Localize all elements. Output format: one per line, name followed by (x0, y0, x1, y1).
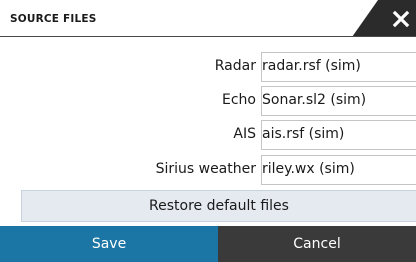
echo-file-value: Sonar.sl2 (sim) (262, 92, 367, 108)
echo-label: Echo (222, 92, 256, 108)
sirius-weather-label: Sirius weather (155, 161, 256, 177)
source-row-radar: Radar radar.rsf (sim) (0, 52, 416, 82)
save-button[interactable]: Save (0, 226, 218, 262)
ais-label: AIS (233, 126, 256, 142)
radar-label: Radar (214, 58, 256, 74)
sirius-weather-file-value: riley.wx (sim) (262, 161, 355, 177)
close-button[interactable] (352, 0, 416, 37)
source-row-echo: Echo Sonar.sl2 (sim) (0, 86, 416, 116)
header-divider (0, 36, 416, 37)
restore-default-files-button[interactable]: Restore default files (21, 190, 416, 222)
close-icon (392, 10, 410, 28)
source-row-ais: AIS ais.rsf (sim) (0, 120, 416, 150)
dialog-title: SOURCE FILES (10, 13, 97, 25)
source-files-dialog: SOURCE FILES Radar radar.rsf (sim) Echo … (0, 0, 416, 262)
source-row-sirius-weather: Sirius weather riley.wx (sim) (0, 155, 416, 185)
cancel-button[interactable]: Cancel (218, 226, 416, 262)
radar-file-value: radar.rsf (sim) (262, 58, 361, 74)
ais-file-value: ais.rsf (sim) (262, 126, 345, 142)
